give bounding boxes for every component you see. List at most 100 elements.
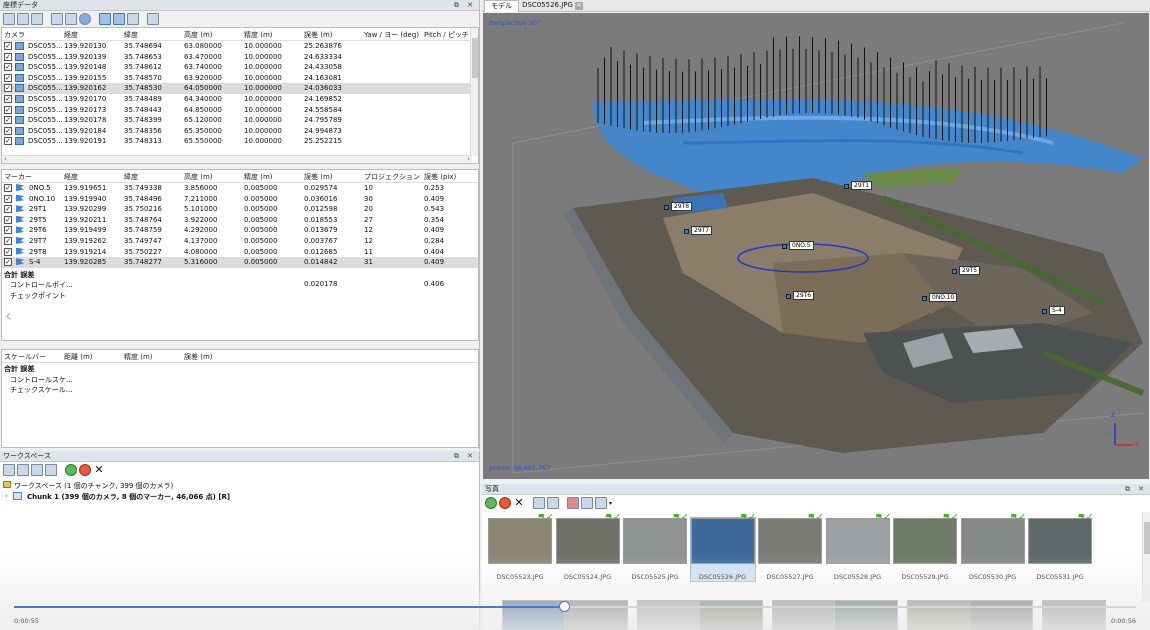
table-row[interactable]: ✓ 29T7 139.919262 35.749747 4.137000 0.005000…: [2, 236, 478, 247]
marker-pin-icon[interactable]: [844, 184, 849, 189]
marker-label[interactable]: 29T7: [691, 226, 713, 235]
table-row[interactable]: ✓ DSC055... 139.920184 35.748356 65.350000 10…: [2, 126, 478, 137]
marker-pin-icon[interactable]: [952, 269, 957, 274]
marker-label[interactable]: 29T1: [851, 181, 873, 190]
table-row[interactable]: ✓ DSC055... 139.920178 35.748399 65.120000 10…: [2, 115, 478, 126]
refresh-icon[interactable]: [79, 13, 91, 25]
add-photos-icon[interactable]: [17, 464, 29, 476]
row-checkbox[interactable]: ✓: [4, 137, 12, 146]
pane-controls[interactable]: ⧉ ✕: [454, 451, 476, 462]
chunk-item[interactable]: › Chunk 1 (399 個のカメラ, 8 個のマーカー, 46,066 点…: [0, 491, 479, 502]
row-checkbox[interactable]: ✓: [4, 258, 12, 267]
photos-toolbar: ✕ ▾: [482, 495, 1150, 511]
video-progress-track[interactable]: [14, 601, 1136, 612]
row-checkbox[interactable]: ✓: [4, 73, 12, 82]
marker-pin-icon[interactable]: [664, 205, 669, 210]
marker-pin-icon[interactable]: [782, 244, 787, 249]
marker-add-icon[interactable]: [45, 464, 57, 476]
camera-table-header: カメラ 経度 緯度 高度 (m) 精度 (m) 誤差 (m) Yaw / ヨー (deg) P…: [2, 28, 478, 41]
marker-label[interactable]: 29T8: [671, 202, 693, 211]
marker-label[interactable]: 29T6: [793, 291, 815, 300]
marker-label[interactable]: 0NO.5: [789, 241, 814, 250]
row-checkbox[interactable]: ✓: [4, 52, 12, 61]
cell-lon: 139.919940: [64, 194, 107, 203]
table-row[interactable]: ✓ 29T5 139.920211 35.748764 3.922000 0.005000…: [2, 215, 478, 226]
wand-icon[interactable]: [65, 13, 77, 25]
video-progress-knob[interactable]: [558, 601, 570, 612]
table-row[interactable]: ✓ 0NO.5 139.919651 35.749338 3.856000 0.00500…: [2, 183, 478, 194]
view-source-icon[interactable]: [99, 13, 111, 25]
disable-photo-icon[interactable]: [499, 497, 511, 509]
tab-photo[interactable]: DSC05526.JPG ✕: [516, 0, 589, 12]
table-icon[interactable]: [31, 13, 43, 25]
view-errors-icon[interactable]: [127, 13, 139, 25]
table-row[interactable]: ✓ DSC055... 139.920173 35.748443 64.850000 10…: [2, 105, 478, 116]
add-chunk-icon[interactable]: [3, 464, 15, 476]
marker-pin-icon[interactable]: [684, 229, 689, 234]
view-dropdown-icon[interactable]: ▾: [609, 500, 612, 507]
row-checkbox[interactable]: ✓: [4, 247, 12, 256]
rotate-left-icon[interactable]: [533, 497, 545, 509]
pane-controls[interactable]: ⧉ ✕: [1125, 484, 1147, 495]
table-row[interactable]: ✓ 29T6 139.919499 35.748759 4.292000 0.005000…: [2, 225, 478, 236]
table-row[interactable]: ✓ DSC055... 139.920170 35.748489 64.340000 10…: [2, 94, 478, 105]
row-checkbox[interactable]: ✓: [4, 194, 12, 203]
reference-title-text: 座標データ: [3, 1, 38, 9]
row-checkbox[interactable]: ✓: [4, 226, 12, 235]
rotate-right-icon[interactable]: [547, 497, 559, 509]
table-row[interactable]: ✓ DSC055... 139.920130 35.748694 63.080000 10…: [2, 41, 478, 52]
marker-label[interactable]: 29T5: [959, 266, 981, 275]
filter-icon[interactable]: [567, 497, 579, 509]
table-row[interactable]: ✓ 0NO.10 139.919940 35.748496 7.211000 0.0050…: [2, 194, 478, 205]
row-checkbox[interactable]: ✓: [4, 126, 12, 135]
row-checkbox[interactable]: ✓: [4, 116, 12, 125]
row-checkbox[interactable]: ✓: [4, 94, 12, 103]
row-checkbox[interactable]: ✓: [4, 215, 12, 224]
grid-view-icon[interactable]: [595, 497, 607, 509]
tab-model[interactable]: モデル: [484, 0, 519, 12]
marker-label[interactable]: 0NO.10: [929, 293, 958, 302]
import-icon[interactable]: [3, 13, 15, 25]
row-checkbox[interactable]: ✓: [4, 63, 12, 72]
row-checkbox[interactable]: ✓: [4, 42, 12, 50]
table-row[interactable]: ✓ DSC055... 139.920162 35.748530 64.050000 10…: [2, 83, 478, 94]
settings-icon[interactable]: [147, 13, 159, 25]
remove-icon[interactable]: ✕: [93, 464, 105, 476]
marker-label[interactable]: S-4: [1049, 306, 1065, 315]
reset-filter-icon[interactable]: [581, 497, 593, 509]
camera-hscrollbar[interactable]: ‹ ›: [2, 155, 472, 163]
table-row[interactable]: ✓ 29T8 139.919214 35.750227 4.080000 0.005000…: [2, 247, 478, 258]
table-row[interactable]: ✓ DSC055... 139.920148 35.748612 63.740000 10…: [2, 62, 478, 73]
calculator-icon[interactable]: [51, 13, 63, 25]
disable-icon[interactable]: [79, 464, 91, 476]
export-icon[interactable]: [17, 13, 29, 25]
camera-scrollbar[interactable]: [470, 28, 478, 156]
scroll-left-icon[interactable]: ‹: [5, 306, 11, 325]
marker-pin-icon[interactable]: [922, 296, 927, 301]
close-tab-icon[interactable]: ✕: [575, 2, 584, 10]
table-row[interactable]: ✓ 29T1 139.920299 35.750216 5.101000 0.005000…: [2, 204, 478, 215]
remove-photo-icon[interactable]: ✕: [513, 497, 525, 509]
row-checkbox[interactable]: ✓: [4, 105, 12, 114]
expand-icon[interactable]: ›: [5, 492, 8, 500]
row-checkbox[interactable]: ✓: [4, 184, 12, 192]
enable-photo-icon[interactable]: [485, 497, 497, 509]
workspace-root-item[interactable]: ワークスペース (1 個のチャンク, 399 個のカメラ): [0, 480, 479, 491]
marker-pin-icon[interactable]: [786, 294, 791, 299]
row-checkbox[interactable]: ✓: [4, 84, 12, 93]
marker-pin-icon[interactable]: [1042, 309, 1047, 314]
table-row[interactable]: ✓ S-4 139.920285 35.748277 5.316000 0.005000 0…: [2, 257, 478, 268]
pane-controls[interactable]: ⧉ ✕: [454, 0, 476, 11]
model-viewport[interactable]: Perspective 30° Z Y X 29T1 29T8 29T7 0NO…: [483, 13, 1149, 479]
row-checkbox[interactable]: ✓: [4, 236, 12, 245]
table-row[interactable]: ✓ DSC055... 139.920191 35.748313 65.550000 10…: [2, 136, 478, 147]
table-row[interactable]: ✓ DSC055... 139.920139 35.748653 63.470000 10…: [2, 52, 478, 63]
enable-icon[interactable]: [65, 464, 77, 476]
camera-rows: ✓ DSC055... 139.920130 35.748694 63.080000 10…: [2, 41, 478, 147]
row-checkbox[interactable]: ✓: [4, 205, 12, 214]
cell-name: 29T1: [29, 205, 47, 214]
cell-lon: 139.919499: [64, 226, 107, 235]
table-row[interactable]: ✓ DSC055... 139.920155 35.748570 63.920000 10…: [2, 73, 478, 84]
add-folder-icon[interactable]: [31, 464, 43, 476]
view-estimated-icon[interactable]: [113, 13, 125, 25]
